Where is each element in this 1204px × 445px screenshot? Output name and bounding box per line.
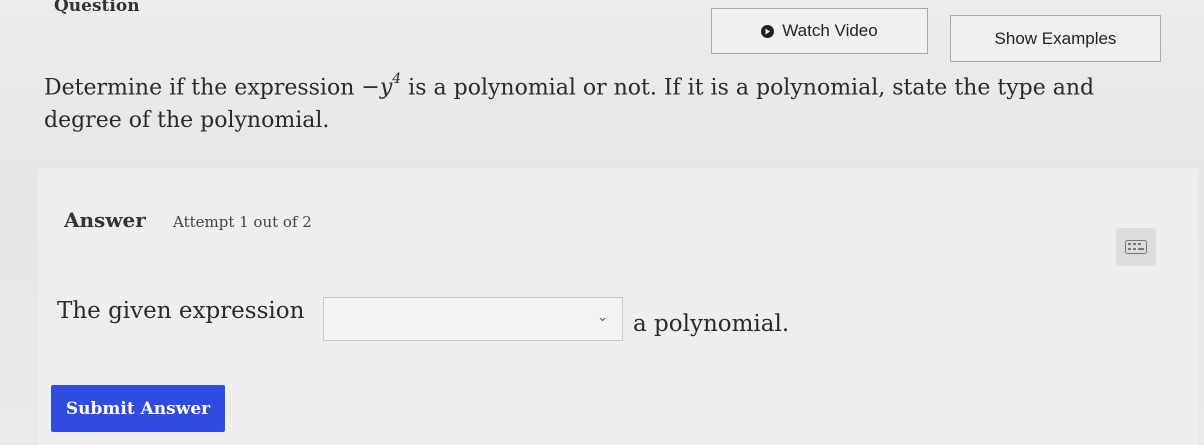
math-expression: −y4 bbox=[361, 71, 401, 101]
answer-sentence-end: a polynomial. bbox=[633, 311, 790, 337]
watch-video-label: Watch Video bbox=[782, 21, 878, 40]
question-label: Question bbox=[54, 0, 140, 16]
show-examples-button[interactable]: Show Examples bbox=[950, 15, 1161, 62]
chevron-down-icon: ⌄ bbox=[597, 310, 608, 325]
watch-video-button[interactable]: Watch Video bbox=[711, 8, 928, 54]
play-circle-icon bbox=[761, 24, 775, 38]
expression-exponent: 4 bbox=[392, 71, 402, 87]
show-examples-label: Show Examples bbox=[994, 28, 1117, 48]
answer-heading: Answer bbox=[64, 208, 146, 232]
answer-sentence-start: The given expression bbox=[57, 298, 305, 324]
keypad-icon[interactable] bbox=[1116, 228, 1156, 266]
expression-base: −y bbox=[361, 75, 393, 101]
prompt-text-before: Determine if the expression bbox=[44, 75, 362, 101]
polynomial-select[interactable]: ⌄ bbox=[323, 297, 623, 341]
submit-answer-button[interactable]: Submit Answer bbox=[51, 385, 225, 432]
attempt-counter: Attempt 1 out of 2 bbox=[173, 213, 312, 231]
question-prompt: Determine if the expression −y4 is a pol… bbox=[44, 66, 1164, 137]
